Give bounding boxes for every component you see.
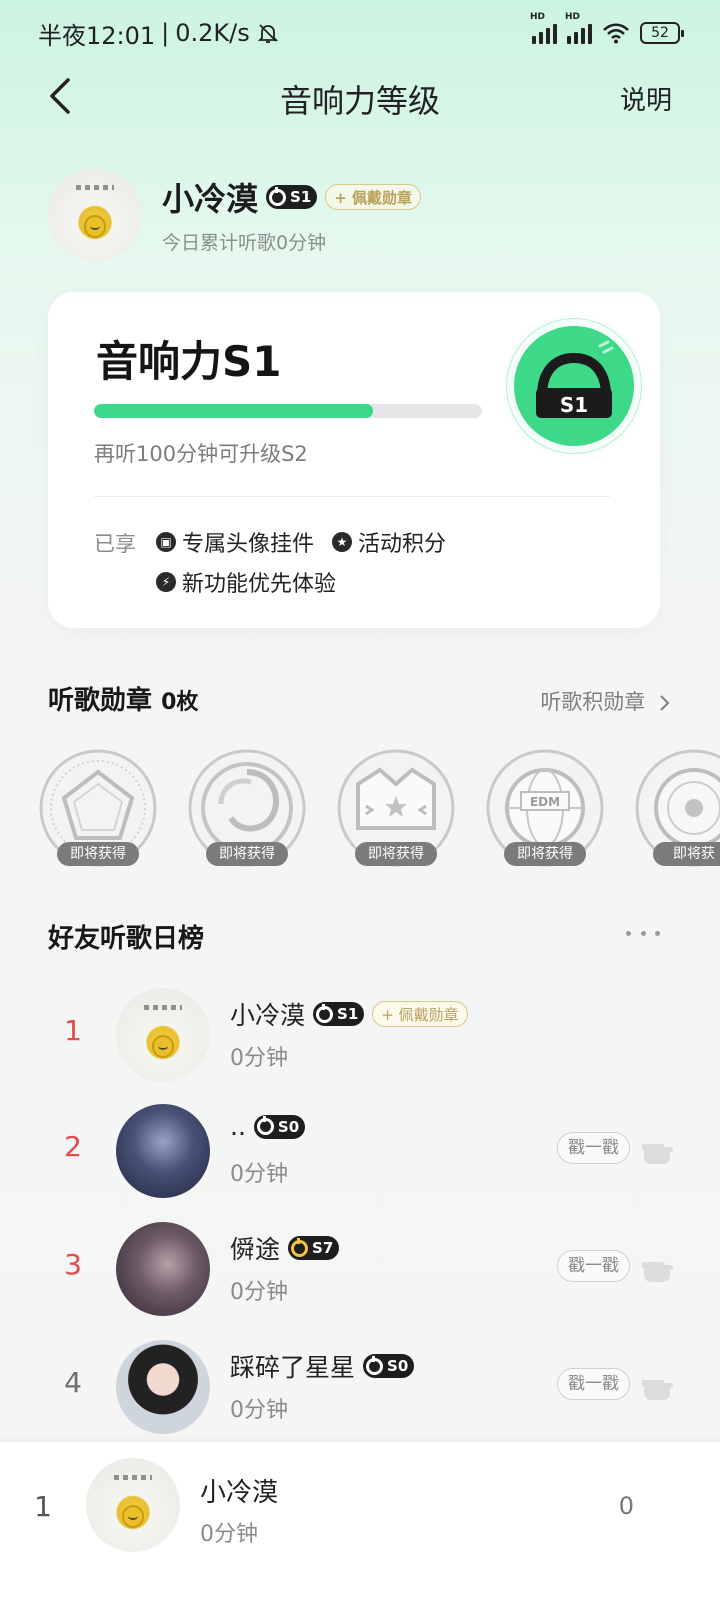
level-title: 音响力S1 (96, 337, 282, 386)
rank-name-row: 踩碎了星星 S0 (230, 1348, 415, 1384)
perk-early-access: ⚡ 新功能优先体验 (156, 566, 336, 598)
poke-button[interactable]: 戳一戳 (557, 1132, 630, 1164)
profile-header: 小冷漠 S1 + 佩戴勋章 今日累计听歌0分钟 (48, 168, 668, 264)
page-title: 音响力等级 (279, 82, 440, 120)
poke-button[interactable]: 戳一戳 (557, 1368, 630, 1400)
ranking-row[interactable]: 1 小冷漠 S1 + 佩戴勋章 0分钟 (0, 984, 720, 1094)
medal-status: 即将获得 (57, 842, 139, 866)
medal-item[interactable]: 即将获 (634, 748, 720, 868)
signal-icon: HD (565, 12, 592, 44)
level-emblem: S1 (502, 314, 646, 458)
rank-name-row: 小冷漠 S1 + 佩戴勋章 (230, 996, 468, 1032)
upgrade-hint: 再听100分钟可升级S2 (94, 442, 308, 466)
today-listen-time: 今日累计听歌0分钟 (162, 232, 327, 254)
avatar[interactable] (48, 168, 142, 262)
wear-badge-button[interactable]: + 佩戴勋章 (325, 184, 422, 210)
poke-button[interactable]: 戳一戳 (557, 1250, 630, 1282)
medal-item[interactable]: 即将获得 (38, 748, 158, 868)
help-link[interactable]: 说明 (620, 80, 672, 117)
level-badge: S7 (288, 1236, 340, 1260)
svg-text:EDM: EDM (530, 795, 560, 809)
rank-name-row: .. S0 (230, 1112, 306, 1141)
rank-number: 1 (64, 1014, 82, 1047)
battery-indicator: 52 (640, 22, 684, 44)
avatar[interactable] (86, 1458, 180, 1552)
medal-status: 即将获得 (504, 842, 586, 866)
star-icon: ★ (332, 532, 352, 552)
badges-row: 即将获得 即将获得 即将获得 EDM 即将获得 即将获 (38, 748, 720, 878)
self-rank-name: 小冷漠 (200, 1478, 279, 1508)
rank-number: 2 (64, 1130, 82, 1163)
level-badge: S0 (363, 1354, 415, 1378)
avatar-frame-icon: ▣ (156, 532, 176, 552)
medal-item[interactable]: 即将获得 (336, 748, 456, 868)
medal-status: 即将获得 (355, 842, 437, 866)
profile-name: 小冷漠 (162, 180, 259, 218)
lightning-icon: ⚡ (156, 572, 176, 592)
pointing-hand-icon[interactable] (640, 1248, 678, 1284)
self-rank-time: 0分钟 (200, 1522, 258, 1547)
rank-name: 僢途 (230, 1235, 281, 1264)
rank-time: 0分钟 (230, 1398, 288, 1423)
pointing-hand-icon[interactable] (640, 1366, 678, 1402)
wifi-icon (603, 23, 629, 44)
medal-status: 即将获 (653, 842, 720, 866)
wear-badge-button[interactable]: + 佩戴勋章 (372, 1001, 468, 1027)
rank-name: .. (230, 1112, 246, 1141)
bell-off-icon (257, 24, 278, 43)
rank-number: 4 (64, 1366, 82, 1399)
rank-name: 踩碎了星星 (230, 1353, 356, 1382)
signal-icon: HD (530, 12, 557, 44)
nav-bar: 音响力等级 说明 (0, 66, 720, 126)
avatar[interactable] (116, 1222, 210, 1316)
medal-status: 即将获得 (206, 842, 288, 866)
status-speed: 0.2K/s (175, 19, 250, 47)
chevron-right-icon (660, 695, 670, 711)
medal-item[interactable]: 即将获得 (187, 748, 307, 868)
avatar[interactable] (116, 1104, 210, 1198)
rank-time: 0分钟 (230, 1162, 288, 1187)
rank-number: 3 (64, 1248, 82, 1281)
ranking-section-title: 好友听歌日榜 (48, 924, 205, 954)
status-separator: | (161, 19, 170, 47)
status-right: HD HD 52 (530, 12, 684, 44)
status-bar: 半夜12:01 | 0.2K/s HD HD 52 (0, 0, 720, 66)
medal-item[interactable]: EDM 即将获得 (485, 748, 605, 868)
avatar[interactable] (116, 988, 210, 1082)
avatar[interactable] (116, 1340, 210, 1434)
level-badge: S1 (266, 185, 318, 209)
self-rank-number: 1 (34, 1490, 52, 1523)
svg-text:S1: S1 (560, 393, 588, 417)
rank-time: 0分钟 (230, 1280, 288, 1305)
status-left: 半夜12:01 | 0.2K/s (38, 16, 280, 51)
level-card: 音响力S1 再听100分钟可升级S2 已享 ▣ 专属头像挂件 ★ 活动积分 ⚡ … (48, 292, 660, 628)
self-rank-bar: 1 小冷漠 0分钟 0 (0, 1442, 720, 1600)
rank-time: 0分钟 (230, 1046, 288, 1071)
rank-name-row: 僢途 S7 (230, 1230, 340, 1266)
ranking-row[interactable]: 4 踩碎了星星 S0 0分钟 戳一戳 (0, 1336, 720, 1446)
ranking-row[interactable]: 2 .. S0 0分钟 戳一戳 (0, 1100, 720, 1210)
earn-badges-link[interactable]: 听歌积勋章 (540, 686, 672, 716)
self-rank-value: 0 (618, 1492, 634, 1520)
level-progress-fill (94, 404, 374, 418)
rank-name: 小冷漠 (230, 1001, 306, 1030)
perk-avatar-frame: ▣ 专属头像挂件 (156, 526, 314, 558)
ranking-row[interactable]: 3 僢途 S7 0分钟 戳一戳 (0, 1218, 720, 1328)
level-badge: S0 (253, 1114, 306, 1139)
headphones-icon: S1 (536, 340, 614, 418)
profile-name-row: 小冷漠 S1 + 佩戴勋章 (162, 174, 422, 220)
badges-section-title: 听歌勋章 0枚 (48, 686, 199, 716)
badges-count: 0枚 (161, 690, 199, 715)
status-time: 半夜12:01 (38, 21, 156, 50)
pointing-hand-icon[interactable] (640, 1130, 678, 1166)
level-progress-bar (94, 404, 482, 418)
more-options-icon[interactable] (626, 928, 660, 938)
perk-activity-points: ★ 活动积分 (332, 526, 446, 558)
perks-label: 已享 (94, 532, 136, 556)
divider (94, 496, 610, 497)
level-badge: S1 (313, 1002, 365, 1026)
